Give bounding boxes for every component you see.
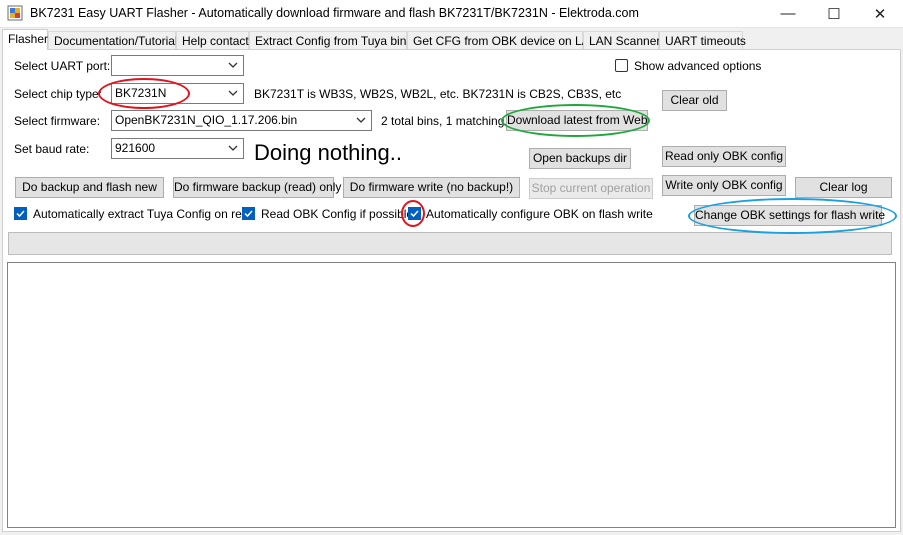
app-icon xyxy=(7,5,23,21)
baud-rate-select[interactable]: 921600 xyxy=(111,138,244,159)
extract-tuya-checkbox[interactable] xyxy=(14,207,27,220)
read-only-obk-button[interactable]: Read only OBK config xyxy=(662,146,786,167)
chip-type-value: BK7231N xyxy=(115,86,167,100)
uart-port-select[interactable] xyxy=(111,55,244,76)
show-advanced-checkbox[interactable] xyxy=(615,59,628,72)
chip-info-text: BK7231T is WB3S, WB2S, WB2L, etc. BK7231… xyxy=(254,87,622,101)
progress-bar xyxy=(8,232,892,255)
download-latest-button[interactable]: Download latest from Web xyxy=(506,110,648,131)
clear-old-button[interactable]: Clear old xyxy=(662,90,727,111)
chevron-down-icon xyxy=(228,90,238,96)
chevron-down-icon xyxy=(228,145,238,151)
write-only-obk-button[interactable]: Write only OBK config xyxy=(662,175,786,196)
chip-label: Select chip type: xyxy=(14,87,103,101)
tab-extract-config[interactable]: Extract Config from Tuya binary xyxy=(249,31,423,49)
change-obk-settings-button[interactable]: Change OBK settings for flash write xyxy=(694,205,885,226)
tab-strip: Flasher Documentation/Tutorials Help con… xyxy=(0,29,903,50)
close-button[interactable]: ✕ xyxy=(857,0,903,27)
firmware-value: OpenBK7231N_QIO_1.17.206.bin xyxy=(115,113,298,127)
show-advanced-label: Show advanced options xyxy=(634,59,762,73)
chevron-down-icon xyxy=(356,117,366,123)
tab-flasher[interactable]: Flasher xyxy=(2,29,48,50)
tab-documentation[interactable]: Documentation/Tutorials xyxy=(48,31,184,49)
checkmark-icon xyxy=(410,210,419,218)
window-title: BK7231 Easy UART Flasher - Automatically… xyxy=(30,6,639,20)
baud-rate-value: 921600 xyxy=(115,141,156,155)
uart-label: Select UART port: xyxy=(14,59,111,73)
auto-configure-label: Automatically configure OBK on flash wri… xyxy=(426,207,653,221)
open-backups-button[interactable]: Open backups dir xyxy=(529,148,631,169)
chevron-down-icon xyxy=(228,62,238,68)
firmware-select[interactable]: OpenBK7231N_QIO_1.17.206.bin xyxy=(111,110,372,131)
chip-type-select[interactable]: BK7231N xyxy=(111,83,244,104)
checkmark-icon xyxy=(244,210,253,218)
minimize-button[interactable]: — xyxy=(765,0,811,27)
auto-configure-checkbox[interactable] xyxy=(408,207,421,220)
firmware-backup-button[interactable]: Do firmware backup (read) only xyxy=(173,177,341,198)
tab-get-cfg[interactable]: Get CFG from OBK device on LAN xyxy=(407,31,598,49)
read-obk-checkbox[interactable] xyxy=(242,207,255,220)
extract-tuya-label: Automatically extract Tuya Config on rea… xyxy=(33,207,256,221)
maximize-button[interactable]: ☐ xyxy=(811,0,857,27)
status-text: Doing nothing.. xyxy=(254,140,402,165)
firmware-label: Select firmware: xyxy=(14,114,101,128)
read-obk-label: Read OBK Config if possible xyxy=(261,207,414,221)
stop-operation-button[interactable]: Stop current operation xyxy=(529,178,653,199)
tab-lan-scanner[interactable]: LAN Scanner xyxy=(583,31,660,49)
tab-uart-timeouts[interactable]: UART timeouts xyxy=(659,31,746,49)
title-bar: BK7231 Easy UART Flasher - Automatically… xyxy=(0,0,903,28)
baud-label: Set baud rate: xyxy=(14,142,90,156)
checkmark-icon xyxy=(16,210,25,218)
firmware-write-button[interactable]: Do firmware write (no backup!) xyxy=(343,177,520,198)
tab-help-contact[interactable]: Help contact xyxy=(176,31,249,49)
log-textarea[interactable] xyxy=(7,262,896,528)
firmware-info-text: 2 total bins, 1 matching. xyxy=(381,114,508,128)
clear-log-button[interactable]: Clear log xyxy=(795,177,892,198)
backup-and-flash-button[interactable]: Do backup and flash new xyxy=(15,177,164,198)
